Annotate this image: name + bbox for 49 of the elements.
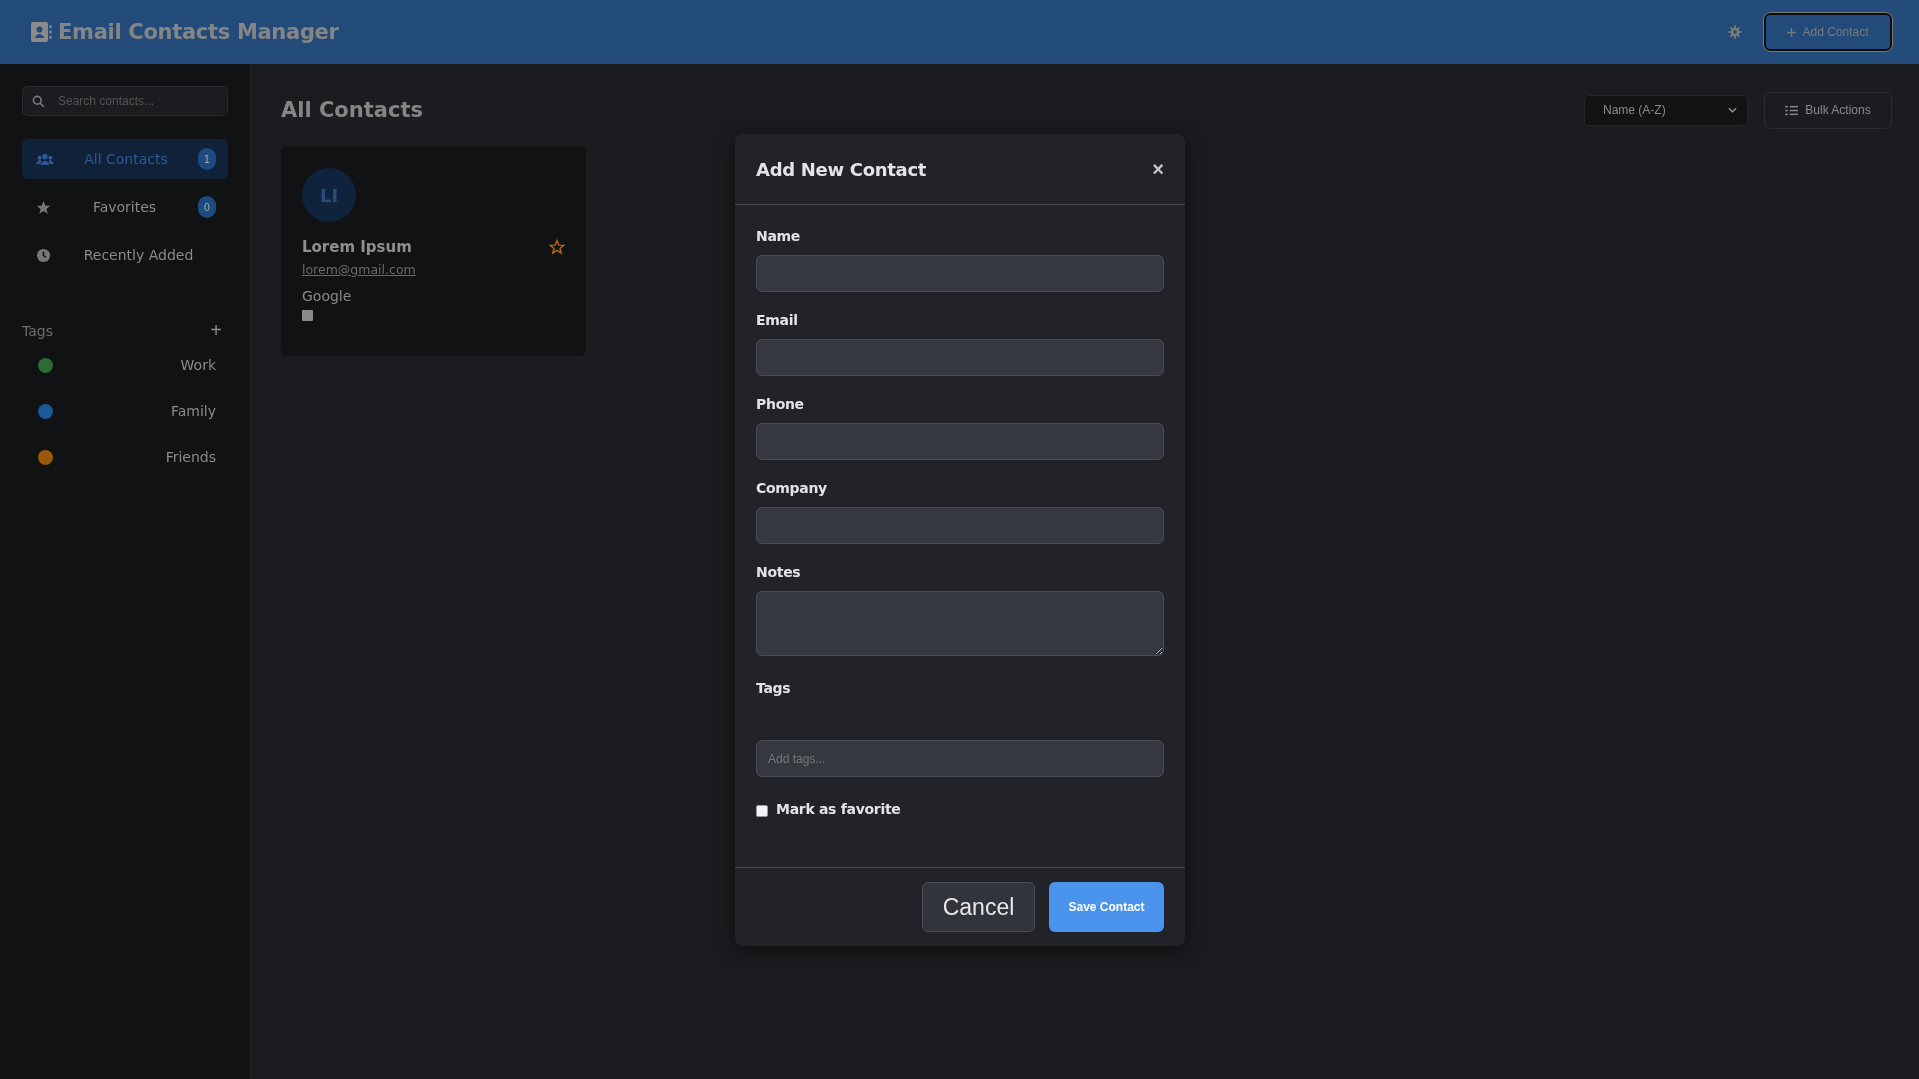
dialog-title: Add New Contact [756, 158, 927, 180]
checkbox-label: Mark as favorite [776, 801, 901, 817]
clock-icon [36, 247, 51, 263]
sidebar-nav-item[interactable]: Recently Added [22, 235, 228, 275]
tags-field[interactable]: Add tags... [756, 740, 1164, 777]
notes-field[interactable] [756, 591, 1164, 656]
field-label: Phone [756, 396, 805, 412]
contact-book-icon [30, 21, 52, 43]
input-field[interactable] [756, 255, 1164, 292]
field-label: Name [756, 228, 802, 244]
bulk-actions-button[interactable]: Bulk Actions [1764, 91, 1892, 129]
favorite-checkbox[interactable] [756, 804, 768, 817]
sidebar-nav-item[interactable]: All Contacts 1 [22, 139, 228, 179]
cancel-button[interactable]: Cancel [922, 882, 1035, 932]
field-label: Email [756, 312, 799, 328]
count-badge: 0 [198, 196, 216, 218]
contact-email-link[interactable]: lorem@gmail.com [302, 262, 416, 277]
chevron-down-icon [1728, 107, 1737, 113]
search-icon [32, 95, 45, 108]
tag-item[interactable]: Friends [22, 434, 228, 480]
field-label: Notes [756, 564, 802, 580]
page-title: All Contacts [281, 98, 423, 122]
plus-icon [1787, 27, 1797, 37]
field-label: Tags [756, 680, 792, 696]
close-button[interactable]: × [1152, 157, 1164, 181]
tag-item[interactable]: Work [22, 342, 228, 388]
add-tag-button[interactable]: + [204, 319, 228, 342]
sort-dropdown[interactable]: Name (A-Z) [1584, 94, 1748, 126]
input-field[interactable] [756, 423, 1164, 460]
contact-card[interactable]: LI Lorem Ipsum lorem@gmail.com Google [281, 146, 586, 356]
list-icon [1785, 104, 1799, 116]
input-field[interactable] [756, 507, 1164, 544]
input-field[interactable] [756, 339, 1164, 376]
settings-icon[interactable] [1728, 25, 1742, 39]
search-field[interactable]: Search contacts... [22, 86, 228, 116]
tags-heading: Tags [22, 322, 53, 339]
app-title: Email Contacts Manager [58, 20, 339, 44]
field-label: Company [756, 480, 828, 496]
tag-item[interactable]: Family [22, 388, 228, 434]
avatar: LI [302, 168, 356, 222]
contact-company: Google [302, 288, 353, 304]
people-icon [36, 152, 54, 166]
select-checkbox[interactable] [302, 310, 313, 321]
contact-name: Lorem Ipsum [302, 238, 412, 256]
count-badge: 1 [198, 148, 216, 170]
star-icon [36, 199, 51, 215]
save-button[interactable]: Save Contact [1049, 882, 1164, 932]
sidebar-nav-item[interactable]: Favorites 0 [22, 187, 228, 227]
star-icon[interactable] [549, 239, 565, 255]
